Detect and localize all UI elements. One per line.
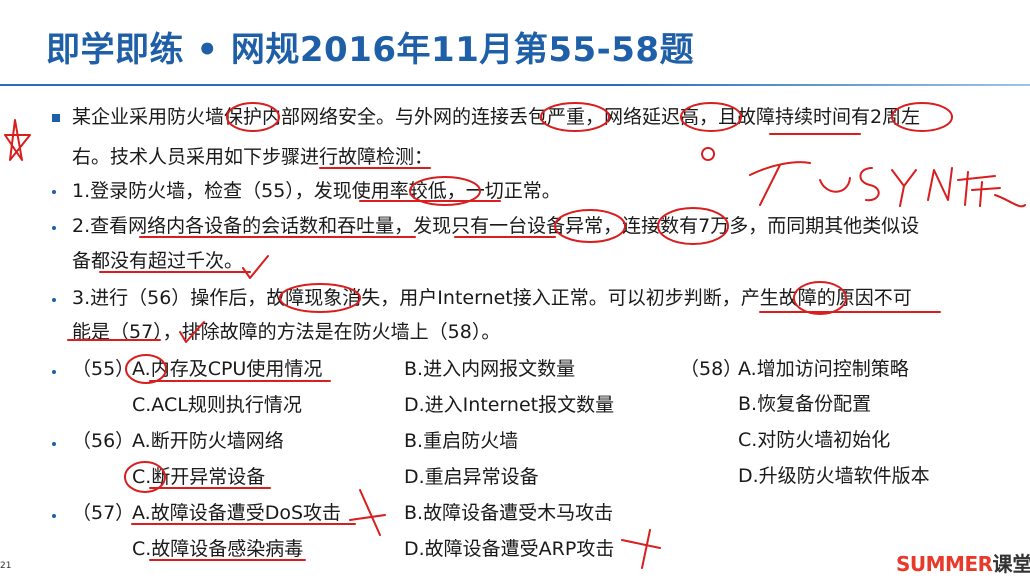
q56-number: （56） (72, 430, 135, 452)
q55-option-b: B.进入内网报文数量 (404, 358, 576, 380)
q57-option-a: A.故障设备遭受DoS攻击 (132, 502, 342, 524)
step3-line-2: 能是（57），排除故障的方法是在防火墙上（58）。 (72, 321, 501, 343)
brand-part-1: SUMMER (896, 552, 993, 576)
brand-part-2: 课堂 (992, 552, 1030, 576)
title-divider (0, 84, 1030, 86)
intro-line-2: 右。技术人员采用如下步骤进行故障检测： (72, 146, 434, 168)
intro-bullet-icon (52, 114, 60, 122)
q56-option-c: C.断开异常设备 (132, 466, 266, 488)
step1-line: 1.登录防火墙，检查（55），发现使用率较低，一切正常。 (72, 180, 561, 202)
q55-option-d: D.进入Internet报文数量 (404, 394, 615, 416)
step2-line-1: 2.查看网络内各设备的会话数和吞吐量，发现只有一台设备异常，连接数有7万多，而同… (72, 215, 920, 237)
step1-bullet-icon (52, 190, 56, 194)
step3-bullet-icon (52, 298, 56, 302)
small-circle (701, 147, 716, 161)
intro-line-1: 某企业采用防火墙保护内部网络安全。与外网的连接丢包严重，网络延迟高，且故障持续时… (72, 106, 921, 128)
step3-line-1: 3.进行（56）操作后，故障现象消失，用户Internet接入正常。可以初步判断… (72, 287, 912, 309)
q55-option-a: A.内存及CPU使用情况 (132, 358, 323, 380)
q56-option-d: D.重启异常设备 (404, 466, 539, 488)
q55-bullet-icon (52, 370, 56, 374)
q57-option-d: D.故障设备遭受ARP攻击 (404, 538, 615, 560)
q57-option-c: C.故障设备感染病毒 (132, 538, 304, 560)
brand-logo: SUMMER课堂 (896, 548, 1030, 577)
q56-option-b: B.重启防火墙 (404, 430, 519, 452)
step2-line-2: 备都没有超过千次。 (72, 250, 244, 272)
star-mark (4, 119, 31, 161)
q57-number: （57） (72, 502, 135, 524)
step2-bullet-icon (52, 226, 56, 230)
q58-option-a: A.增加访问控制策略 (738, 358, 909, 380)
syn-text (859, 167, 953, 207)
q55-number: （55） (72, 358, 135, 380)
cross-mark (349, 489, 386, 536)
q57-bullet-icon (52, 514, 56, 518)
slide: 即学即练 • 网规2016年11月第55-58题 某企业采用防火墙保护内部网络安… (0, 0, 1030, 579)
q58-option-b: B.恢复备份配置 (738, 393, 872, 415)
flood-text (957, 171, 1026, 208)
q56-option-a: A.断开防火墙网络 (132, 430, 284, 452)
arrow-mark (621, 529, 661, 569)
q58-number: （58） (680, 358, 743, 380)
slide-title: 即学即练 • 网规2016年11月第55-58题 (46, 30, 695, 70)
q56-bullet-icon (52, 442, 56, 446)
page-number: 21 (0, 561, 12, 571)
check-mark (242, 255, 269, 279)
q58-option-d: D.升级防火墙软件版本 (738, 465, 930, 487)
tcp-text (749, 161, 851, 206)
q57-option-b: B.故障设备遭受木马攻击 (404, 502, 614, 524)
q58-option-c: C.对防火墙初始化 (738, 429, 891, 451)
q55-option-c: C.ACL规则执行情况 (132, 394, 302, 416)
